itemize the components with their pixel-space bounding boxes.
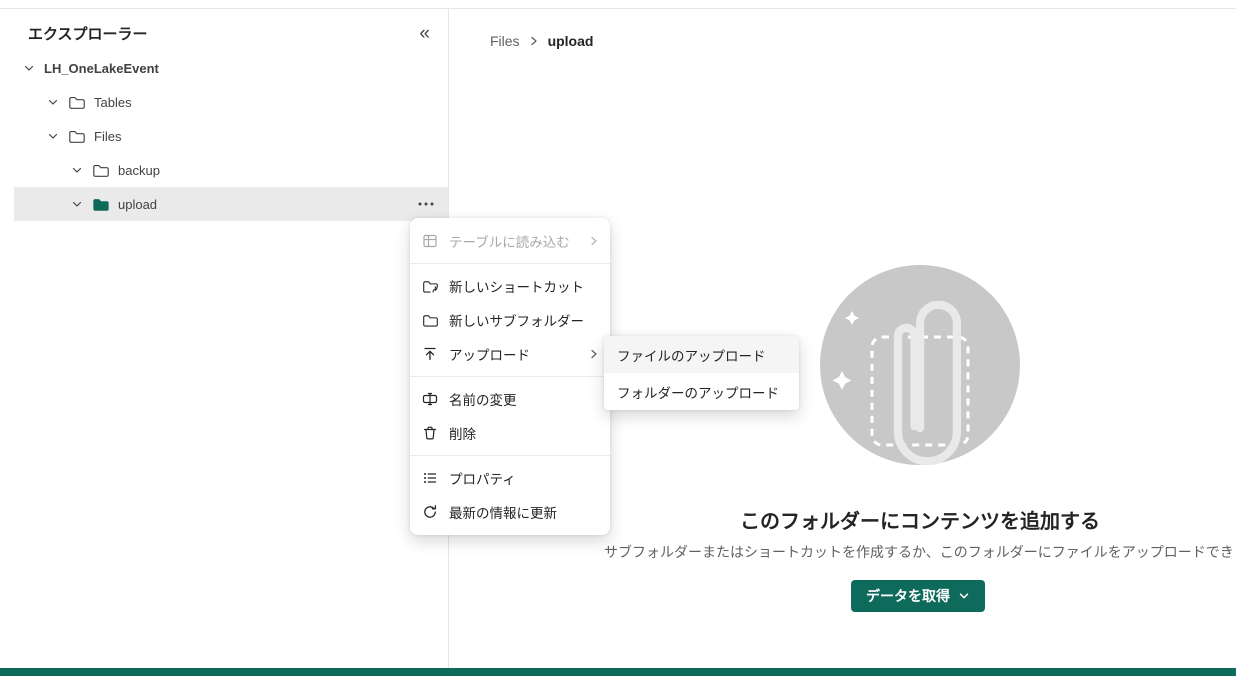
trash-icon [421,425,439,441]
get-data-button-label: データを取得 [866,588,950,604]
menu-item-properties[interactable]: プロパティ [410,461,610,495]
menu-divider [410,376,610,377]
more-options-icon[interactable] [412,196,448,212]
tree-item-label: upload [118,196,158,212]
menu-item-upload[interactable]: アップロード [410,337,610,371]
chevron-down-icon[interactable] [46,130,60,142]
menu-item-delete[interactable]: 削除 [410,416,610,450]
submenu-item-label: ファイルのアップロード [617,348,766,364]
breadcrumb-item-files[interactable]: Files [490,33,520,49]
folder-icon [92,163,110,178]
upload-submenu: ファイルのアップロード フォルダーのアップロード [604,336,799,410]
folder-filled-icon [92,197,110,212]
empty-folder-illustration [820,265,1020,466]
sidebar-header: エクスプローラー « [14,9,448,51]
menu-divider [410,263,610,264]
menu-item-load-to-table[interactable]: テーブルに読み込む [410,224,610,258]
upload-icon [421,346,439,362]
chevron-down-icon[interactable] [70,198,84,210]
menu-item-label: プロパティ [449,472,516,487]
submenu-item-upload-file[interactable]: ファイルのアップロード [604,336,799,373]
table-icon [421,233,439,249]
chevron-down-icon [958,590,970,602]
menu-item-label: 削除 [449,427,476,442]
bottom-accent-bar [0,668,1236,676]
explorer-sidebar: エクスプローラー « LH_OneLakeEvent Tables Files [14,9,449,668]
sidebar-title: エクスプローラー [28,25,148,43]
chevron-down-icon[interactable] [70,164,84,176]
breadcrumb-item-current: upload [547,33,594,49]
menu-item-label: テーブルに読み込む [449,235,570,250]
folder-icon [68,95,86,110]
menu-item-refresh[interactable]: 最新の情報に更新 [410,495,610,529]
tree-item-label: Tables [94,94,132,110]
tree-item-backup[interactable]: backup [14,153,448,187]
menu-item-label: 最新の情報に更新 [449,506,557,521]
chevron-down-icon[interactable] [46,96,60,108]
collapse-sidebar-icon[interactable]: « [415,24,434,43]
menu-item-label: 名前の変更 [449,393,517,408]
tree-item-upload[interactable]: upload [14,187,448,221]
context-menu: テーブルに読み込む 新しいショートカット 新しいサブフォルダー アップロード 名… [410,218,610,535]
breadcrumb: Files upload [490,33,593,49]
empty-state-description: サブフォルダーまたはショートカットを作成するか、このフォルダーにファイルをアップ… [604,544,1236,560]
menu-item-label: 新しいサブフォルダー [449,314,584,329]
tree-item-files[interactable]: Files [14,119,448,153]
menu-item-label: アップロード [449,348,530,363]
menu-item-label: 新しいショートカット [449,280,584,295]
chevron-right-icon [529,35,539,47]
chevron-right-icon [589,235,599,247]
tree-item-label: LH_OneLakeEvent [44,60,159,76]
tree-item-root[interactable]: LH_OneLakeEvent [14,51,448,85]
empty-state-title: このフォルダーにコンテンツを追加する [740,511,1100,533]
menu-item-new-subfolder[interactable]: 新しいサブフォルダー [410,303,610,337]
menu-item-new-shortcut[interactable]: 新しいショートカット [410,269,610,303]
tree-item-label: Files [94,128,122,144]
menu-item-rename[interactable]: 名前の変更 [410,382,610,416]
rename-icon [421,391,439,407]
new-shortcut-icon [421,279,439,294]
submenu-item-upload-folder[interactable]: フォルダーのアップロード [604,373,799,410]
tree-item-label: backup [118,162,160,178]
get-data-button[interactable]: データを取得 [851,580,985,612]
submenu-item-label: フォルダーのアップロード [617,385,779,401]
refresh-icon [421,504,439,520]
properties-list-icon [421,470,439,486]
chevron-right-icon [589,348,599,360]
folder-icon [68,129,86,144]
tree-item-tables[interactable]: Tables [14,85,448,119]
chevron-down-icon[interactable] [22,62,36,74]
menu-divider [410,455,610,456]
new-folder-icon [421,313,439,328]
